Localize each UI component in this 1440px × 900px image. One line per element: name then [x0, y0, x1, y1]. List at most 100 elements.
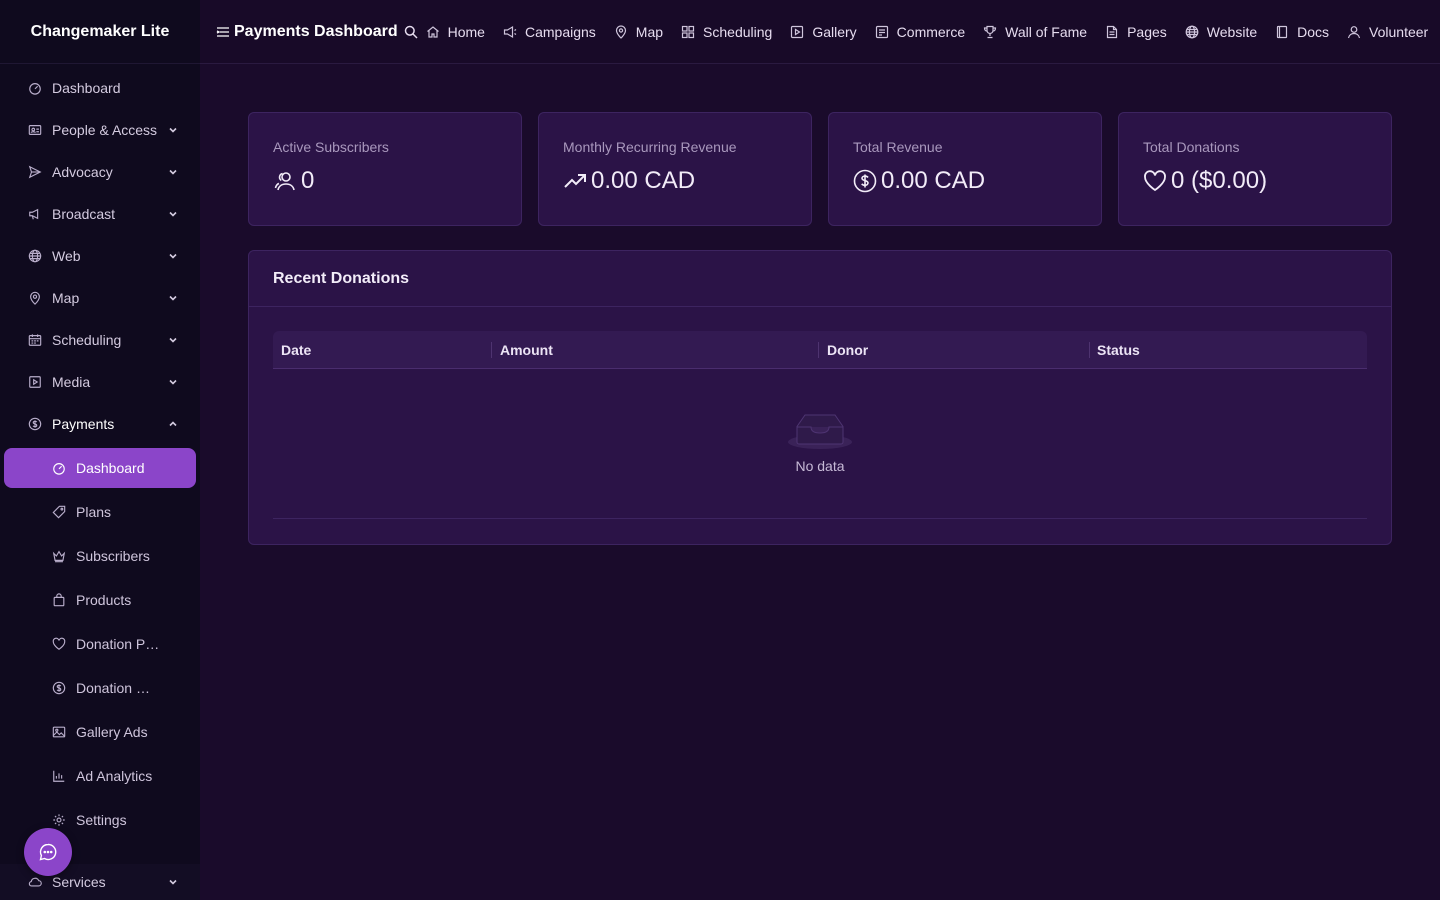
sidebar-item-label: Services — [52, 874, 106, 890]
calendar-icon — [28, 334, 42, 346]
sidebar-subitem-donation-orders[interactable]: Donation Orders — [4, 668, 196, 708]
nav-label: Volunteer — [1369, 23, 1429, 40]
nav-label: Gallery — [812, 23, 857, 40]
nav-label: Pages — [1127, 23, 1167, 40]
stat-card-active-subscribers: Active Subscribers 0 — [248, 112, 522, 226]
nav-scheduling[interactable]: Scheduling — [681, 24, 772, 40]
sidebar-item-people-access[interactable]: People & Access — [4, 110, 196, 150]
trophy-icon — [984, 25, 997, 38]
dollar-circle-icon — [28, 417, 42, 431]
stat-value: 0.00 CAD — [881, 167, 986, 194]
sidebar-item-payments[interactable]: Payments — [4, 404, 196, 444]
home-icon — [426, 25, 439, 38]
sidebar-item-broadcast[interactable]: Broadcast — [4, 194, 196, 234]
megaphone-icon — [503, 25, 517, 38]
sidebar-subitem-gallery-ads[interactable]: Gallery Ads — [4, 712, 196, 752]
nav-label: Map — [635, 23, 664, 40]
stat-value: 0 — [301, 167, 315, 194]
sidebar-subitem-label: Gallery Ads — [76, 724, 148, 740]
stat-card-total-donations: Total Donations 0 ($0.00) — [1118, 112, 1392, 226]
recent-donations-card: Recent Donations Date Amount Donor Statu… — [248, 250, 1392, 545]
globe-icon — [28, 249, 42, 263]
sidebar-subitem-donation-pages[interactable]: Donation Pages — [4, 624, 196, 664]
sidebar-item-label: Scheduling — [52, 332, 122, 348]
nav-pages[interactable]: Pages — [1105, 24, 1167, 40]
nav-website[interactable]: Website — [1185, 24, 1257, 40]
sidebar-subitem-label: Donation Orders — [76, 680, 160, 696]
shopping-bag-icon — [53, 593, 65, 607]
nav-home[interactable]: Home — [426, 24, 485, 40]
sidebar-subitem-label: Ad Analytics — [76, 768, 153, 784]
sidebar-item-web[interactable]: Web — [4, 236, 196, 276]
menu-icon[interactable] — [216, 25, 230, 39]
sidebar-item-label: Advocacy — [52, 164, 113, 180]
sidebar-item-label: People & Access — [52, 122, 158, 138]
sidebar-item-label: Web — [52, 248, 81, 264]
nav-commerce[interactable]: Commerce — [875, 24, 965, 40]
empty-inbox-icon — [788, 414, 852, 449]
heart-icon — [1144, 170, 1166, 192]
sidebar-item-dashboard[interactable]: Dashboard — [4, 68, 196, 108]
sidebar-item-advocacy[interactable]: Advocacy — [4, 152, 196, 192]
brand-logo[interactable]: Changemaker Lite — [0, 0, 200, 64]
sidebar-item-label: Broadcast — [52, 206, 116, 222]
sidebar-subitem-label: Dashboard — [76, 460, 145, 476]
tag-icon — [52, 505, 66, 519]
table-header: Date Amount Donor Status — [273, 331, 1367, 369]
stat-value: 0.00 CAD — [591, 167, 696, 194]
nav-wall-of-fame[interactable]: Wall of Fame — [983, 24, 1087, 40]
stat-value-row: 0.00 CAD — [853, 167, 1077, 195]
column-header-status[interactable]: Status — [1089, 331, 1367, 369]
stat-title: Total Revenue — [853, 139, 943, 155]
stat-card-mrr: Monthly Recurring Revenue 0.00 CAD — [538, 112, 812, 226]
sidebar-subitem-dashboard[interactable]: Dashboard — [4, 448, 196, 488]
sidebar-item-label: Payments — [52, 416, 115, 432]
stat-value-row: 0 — [273, 167, 497, 195]
sidebar-item-label: Dashboard — [52, 80, 121, 96]
sidebar-subitem-products[interactable]: Products — [4, 580, 196, 620]
page-title-text: Payments Dashboard — [234, 22, 398, 40]
stat-card-total-revenue: Total Revenue 0.00 CAD — [828, 112, 1102, 226]
gear-icon — [53, 814, 65, 826]
nav-label: Campaigns — [524, 23, 596, 40]
sidebar-subitem-subscribers[interactable]: Subscribers — [4, 536, 196, 576]
chevron-down-icon — [169, 211, 177, 217]
nav-volunteer[interactable]: Volunteer — [1347, 24, 1428, 40]
main-content: Active Subscribers 0 Monthly Recurring R… — [200, 64, 1440, 900]
sidebar-subitem-label: Donation Pages — [76, 636, 160, 652]
play-square-icon — [791, 25, 804, 38]
sidebar-item-map[interactable]: Map — [4, 278, 196, 318]
column-header-amount[interactable]: Amount — [491, 331, 818, 369]
nav-label: Wall of Fame — [1005, 23, 1088, 40]
bar-chart-icon — [53, 770, 65, 782]
send-icon — [28, 165, 42, 179]
map-pin-icon — [30, 291, 40, 305]
column-header-date[interactable]: Date — [273, 331, 491, 369]
chevron-down-icon — [169, 295, 177, 301]
sidebar-item-label: Map — [52, 290, 80, 306]
megaphone-icon — [29, 208, 39, 220]
sidebar-subitem-plans[interactable]: Plans — [4, 492, 196, 532]
cloud-icon — [28, 877, 42, 887]
crown-icon — [52, 550, 66, 563]
sidebar-item-media[interactable]: Media — [4, 362, 196, 402]
nav-docs[interactable]: Docs — [1275, 24, 1329, 40]
search-icon[interactable] — [404, 25, 418, 39]
sidebar-subitem-ad-analytics[interactable]: Ad Analytics — [4, 756, 196, 796]
nav-campaigns[interactable]: Campaigns — [503, 24, 596, 40]
empty-state-text: No data — [795, 458, 845, 474]
recent-donations-title: Recent Donations — [249, 251, 1391, 307]
dashboard-icon — [53, 463, 65, 475]
nav-gallery[interactable]: Gallery — [790, 23, 857, 40]
nav-label: Home — [447, 23, 485, 40]
nav-label: Commerce — [896, 23, 966, 40]
sidebar-item-services[interactable]: Services — [0, 864, 200, 900]
sidebar-item-label: Media — [52, 374, 91, 390]
chat-button[interactable] — [24, 828, 72, 876]
sidebar-item-scheduling[interactable]: Scheduling — [4, 320, 196, 360]
top-nav: Home Campaigns Map Scheduling Gallery Co… — [422, 24, 1435, 40]
payments-submenu: Dashboard Plans Subscribers Products Don… — [0, 448, 200, 840]
sidebar-subitem-label: Products — [76, 592, 132, 608]
column-header-donor[interactable]: Donor — [818, 331, 1089, 369]
nav-map[interactable]: Map — [614, 24, 663, 40]
